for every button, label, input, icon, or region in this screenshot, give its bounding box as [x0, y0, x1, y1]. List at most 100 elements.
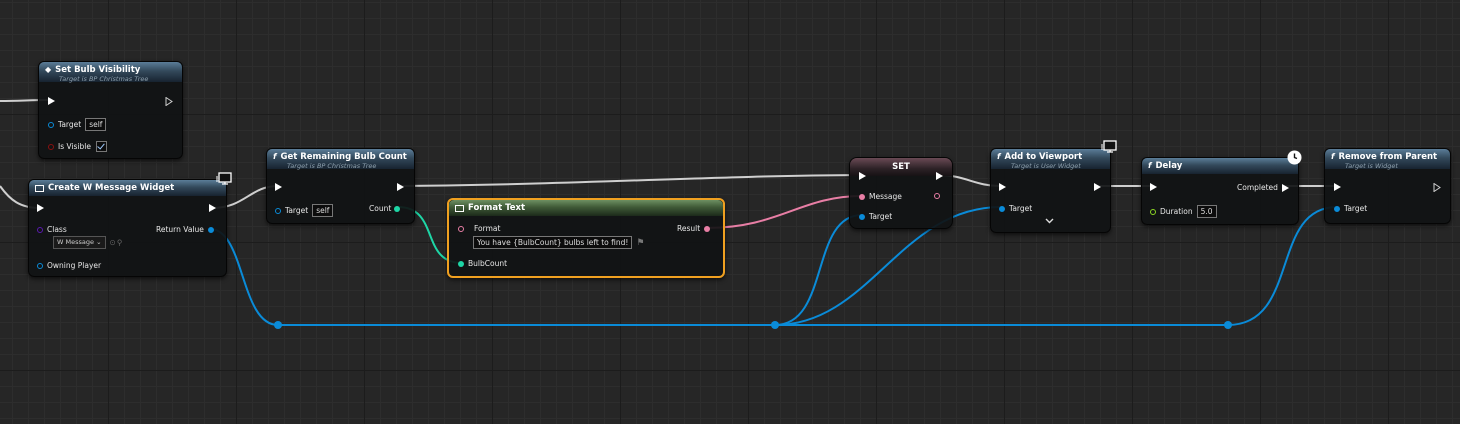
- target-label: Target: [869, 212, 893, 221]
- node-title: Delay: [1155, 161, 1183, 171]
- exec-out-pin[interactable]: [397, 183, 404, 191]
- flag-icon[interactable]: ⚑: [636, 238, 644, 248]
- class-value: W Message: [57, 238, 94, 246]
- function-icon: f: [273, 152, 277, 161]
- node-header: f Add to Viewport Target is User Widget: [991, 149, 1110, 170]
- node-set-bulb-visibility[interactable]: ◆ Set Bulb Visibility Target is BP Christ…: [38, 61, 183, 159]
- target-field[interactable]: self: [312, 204, 334, 217]
- chevron-down-icon[interactable]: [1045, 218, 1054, 224]
- format-input-row: You have {BulbCount} bulbs left to find!…: [473, 236, 644, 249]
- widget-icon: [35, 184, 44, 192]
- object-wire-to-set-target: [774, 214, 863, 326]
- exec-out-pin[interactable]: [1433, 183, 1441, 192]
- browse-icon[interactable]: ⊙: [110, 238, 116, 247]
- completed-pin[interactable]: Completed: [1237, 183, 1289, 192]
- monitor-icon: [216, 171, 232, 190]
- return-value-pin[interactable]: Return Value: [156, 225, 218, 234]
- node-header: f Get Remaining Bulb Count Target is BP C…: [267, 149, 414, 170]
- duration-pin[interactable]: Duration 5.0: [1150, 205, 1217, 218]
- event-diamond-icon: ◆: [45, 65, 52, 74]
- exec-in-pin[interactable]: [1150, 183, 1157, 191]
- node-title: SET: [892, 162, 910, 172]
- node-header: ◆ Set Bulb Visibility Target is BP Christ…: [39, 62, 182, 83]
- node-subtitle: Target is BP Christmas Tree: [287, 162, 377, 170]
- node-get-remaining-bulb-count[interactable]: f Get Remaining Bulb Count Target is BP C…: [266, 148, 415, 224]
- duration-label: Duration: [1160, 207, 1193, 216]
- count-label: Count: [369, 204, 392, 213]
- message-out-pin[interactable]: [934, 193, 944, 199]
- class-pin[interactable]: Class: [37, 225, 67, 234]
- node-add-to-viewport[interactable]: f Add to Viewport Target is User Widget T…: [990, 148, 1111, 233]
- function-icon: f: [997, 152, 1001, 161]
- node-subtitle: Target is Widget: [1345, 162, 1398, 170]
- node-title: Remove from Parent: [1338, 152, 1438, 162]
- exec-out-pin[interactable]: [936, 172, 943, 180]
- clock-icon: [1287, 150, 1302, 169]
- target-pin[interactable]: Target self: [48, 118, 107, 131]
- target-pin[interactable]: Target: [999, 204, 1032, 213]
- exec-out-pin[interactable]: [209, 204, 216, 212]
- format-label: Format: [474, 224, 501, 233]
- node-title: Set Bulb Visibility: [55, 65, 141, 75]
- node-subtitle: Target is BP Christmas Tree: [59, 75, 149, 83]
- target-pin[interactable]: Target: [859, 212, 892, 221]
- node-remove-from-parent[interactable]: f Remove from Parent Target is Widget Tar…: [1324, 148, 1451, 224]
- reroute-knot-1: [274, 321, 282, 329]
- owning-player-pin[interactable]: Owning Player: [37, 261, 101, 270]
- exec-in-pin[interactable]: [859, 172, 866, 180]
- node-delay[interactable]: f Delay Completed Duration 5.0: [1141, 157, 1299, 225]
- function-icon: f: [1148, 161, 1152, 170]
- monitor-icon: [1101, 139, 1117, 158]
- node-header: Create W Message Widget: [29, 180, 226, 196]
- chevron-down-icon: ⌄: [96, 238, 102, 246]
- exec-out-pin[interactable]: [165, 97, 173, 106]
- target-label: Target: [1344, 204, 1368, 213]
- function-icon: f: [1331, 152, 1335, 161]
- is-visible-checkbox[interactable]: [96, 141, 108, 152]
- exec-in-pin[interactable]: [37, 204, 44, 212]
- message-label: Message: [869, 192, 902, 201]
- bulbcount-label: BulbCount: [468, 259, 508, 268]
- exec-in-pin[interactable]: [999, 183, 1006, 191]
- target-pin[interactable]: Target: [1334, 204, 1367, 213]
- node-title: Format Text: [468, 203, 526, 213]
- node-format-text[interactable]: Format Text Format You have {BulbCount} …: [447, 198, 725, 278]
- node-set-message[interactable]: SET Message Target: [849, 157, 953, 229]
- node-header: f Delay: [1142, 158, 1298, 174]
- result-pin[interactable]: Result: [677, 224, 714, 233]
- exec-in-pin[interactable]: [48, 97, 55, 105]
- count-pin[interactable]: Count: [369, 204, 404, 213]
- node-title: Create W Message Widget: [48, 183, 175, 193]
- node-create-widget[interactable]: Create W Message Widget Class W Message …: [28, 179, 227, 277]
- exec-in-pin[interactable]: [1334, 183, 1341, 191]
- target-label: Target: [1009, 204, 1033, 213]
- is-visible-pin[interactable]: Is Visible: [48, 141, 108, 152]
- reroute-knot-3: [1224, 321, 1232, 329]
- exec-in-pin[interactable]: [275, 183, 282, 191]
- duration-field[interactable]: 5.0: [1196, 205, 1217, 218]
- format-input[interactable]: You have {BulbCount} bulbs left to find!: [473, 236, 633, 249]
- target-pin[interactable]: Target self: [275, 204, 334, 217]
- bulbcount-pin[interactable]: BulbCount: [458, 259, 507, 268]
- reroute-knot-2: [771, 321, 779, 329]
- result-label: Result: [677, 224, 701, 233]
- class-label: Class: [47, 225, 67, 234]
- node-header: f Remove from Parent Target is Widget: [1325, 149, 1450, 170]
- text-wire-result: [705, 195, 863, 229]
- completed-label: Completed: [1237, 183, 1278, 192]
- target-field[interactable]: self: [85, 118, 107, 131]
- function-icon: [455, 204, 464, 212]
- format-pin[interactable]: Format: [458, 224, 500, 233]
- return-label: Return Value: [156, 225, 204, 234]
- class-selector[interactable]: W Message ⌄ ⊙ ⚲: [53, 236, 122, 249]
- exec-out-pin[interactable]: [1094, 183, 1101, 191]
- target-label: Target: [58, 120, 82, 129]
- message-pin[interactable]: Message: [859, 192, 902, 201]
- node-title: Add to Viewport: [1004, 152, 1083, 162]
- node-subtitle: Target is User Widget: [1011, 162, 1081, 170]
- node-title: Get Remaining Bulb Count: [280, 152, 407, 162]
- class-dropdown[interactable]: W Message ⌄: [53, 236, 106, 249]
- exec-wire-get-to-set: [399, 174, 863, 187]
- magnifier-icon[interactable]: ⚲: [117, 238, 123, 247]
- is-visible-label: Is Visible: [58, 142, 92, 151]
